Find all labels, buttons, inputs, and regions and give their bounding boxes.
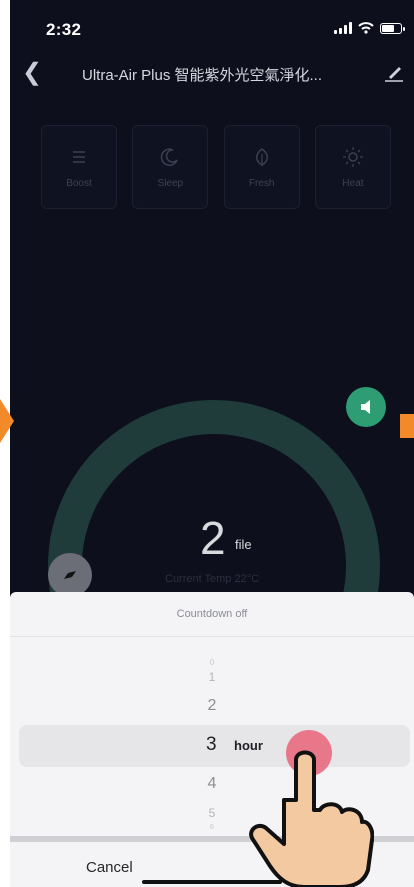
mode-label: Heat xyxy=(342,177,364,189)
divider xyxy=(10,636,414,637)
cancel-button[interactable]: Cancel xyxy=(86,859,133,876)
status-time: 2:32 xyxy=(46,20,82,39)
dial-knob[interactable] xyxy=(48,553,92,597)
fan-speed-value: 2 xyxy=(200,512,226,564)
mode-label: Sleep xyxy=(157,177,184,189)
moon-icon xyxy=(161,147,179,166)
battery-icon xyxy=(380,22,405,34)
fan-speed-unit: file xyxy=(235,537,252,552)
mode-label: Boost xyxy=(66,177,92,189)
sun-icon xyxy=(342,146,363,167)
picker-option[interactable]: 0 xyxy=(10,658,414,667)
current-temp: Current Temp 22°C xyxy=(165,573,260,585)
right-arrow-marker xyxy=(400,414,414,438)
left-arrow-marker xyxy=(0,399,14,443)
speaker-button[interactable] xyxy=(346,387,386,427)
leaf-icon xyxy=(255,147,268,166)
back-icon[interactable]: ❮ xyxy=(22,58,42,87)
picker-selected-value[interactable]: 3 xyxy=(206,734,217,756)
signal-icon xyxy=(334,22,352,34)
page-title: Ultra-Air Plus 智能紫外光空氣淨化... xyxy=(82,67,323,84)
rotate-icon xyxy=(64,571,76,579)
status-bar: 2:32 xyxy=(10,0,414,50)
mode-sleep-button[interactable]: Sleep xyxy=(132,125,209,209)
nav-bar: ❮ Ultra-Air Plus 智能紫外光空氣淨化... xyxy=(10,56,414,92)
status-icons xyxy=(334,22,405,34)
sheet-title: Countdown off xyxy=(176,608,248,620)
picker-option[interactable]: 1 xyxy=(10,670,414,684)
mode-boost-button[interactable]: Boost xyxy=(41,125,117,209)
mode-label: Fresh xyxy=(248,177,275,189)
mode-heat-button[interactable]: Heat xyxy=(314,125,391,209)
boost-icon xyxy=(73,150,85,163)
mode-selector: Boost Sleep Fresh Heat xyxy=(41,125,391,209)
speaker-icon xyxy=(361,400,370,414)
edit-icon[interactable] xyxy=(382,60,406,84)
pointing-hand-icon xyxy=(249,750,374,887)
app-screen: 2:32 ❮ Ultra-Air Plus 智能紫外光空氣淨化... Boost… xyxy=(10,0,414,887)
mode-fresh-button[interactable]: Fresh xyxy=(223,125,300,209)
wifi-icon xyxy=(358,22,374,34)
picker-option[interactable]: 2 xyxy=(10,697,414,715)
